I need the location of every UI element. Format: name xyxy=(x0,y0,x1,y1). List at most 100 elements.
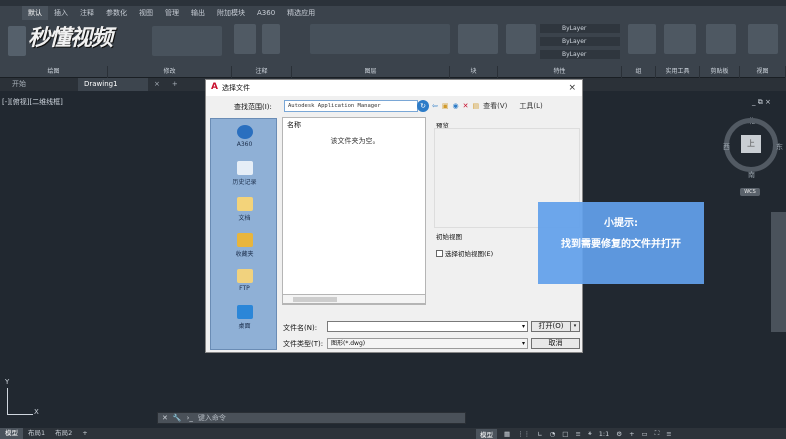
workspace-icon[interactable]: ▭ xyxy=(642,430,648,438)
place-history[interactable]: 历史记录 xyxy=(211,161,278,186)
column-header-name[interactable]: 名称 xyxy=(287,120,301,130)
tab-layout2[interactable]: 布局2 xyxy=(50,428,77,439)
tab-a360[interactable]: A360 xyxy=(251,6,281,20)
tab-default[interactable]: 默认 xyxy=(22,6,48,20)
color-dropdown[interactable]: ByLayer xyxy=(540,24,620,33)
line-tool-icon[interactable] xyxy=(8,26,26,56)
insert-block-icon[interactable] xyxy=(458,24,498,54)
scrollbar-thumb[interactable] xyxy=(293,297,337,302)
initial-view-checkbox[interactable] xyxy=(436,249,443,257)
match-properties-icon[interactable] xyxy=(506,24,536,54)
lineweight-dropdown[interactable]: ByLayer xyxy=(540,50,620,59)
paste-icon[interactable] xyxy=(706,24,736,54)
place-a360[interactable]: A360 xyxy=(211,125,278,148)
lineweight-icon[interactable]: ≡ xyxy=(575,430,580,438)
delete-icon[interactable]: ✕ xyxy=(463,102,469,110)
tab-addins[interactable]: 附加模块 xyxy=(211,6,251,20)
lookin-label: 查找范围(I): xyxy=(234,103,272,111)
tab-view[interactable]: 视图 xyxy=(133,6,159,20)
tab-layout1[interactable]: 布局1 xyxy=(23,428,50,439)
viewcube-west[interactable]: 西 xyxy=(723,142,730,152)
place-favorites[interactable]: 收藏夹 xyxy=(211,233,278,258)
snap-icon[interactable]: ⋮⋮ xyxy=(517,430,530,438)
filename-input[interactable]: ▾ xyxy=(327,321,528,332)
measure-icon[interactable] xyxy=(664,24,696,54)
panel-layers[interactable]: 图层 xyxy=(292,66,450,78)
modify-tools-icon[interactable] xyxy=(152,26,222,56)
place-ftp[interactable]: FTP xyxy=(211,269,278,292)
tools-menu[interactable]: 工具(L) xyxy=(519,101,542,111)
model-space-toggle[interactable]: 模型 xyxy=(476,428,497,439)
layer-tools-icon[interactable] xyxy=(310,24,450,54)
cancel-button[interactable]: 取消 xyxy=(531,338,580,349)
tab-start[interactable]: 开始 xyxy=(0,78,78,91)
viewcube-top-face[interactable]: 上 xyxy=(741,135,761,153)
osnap-icon[interactable]: □ xyxy=(562,430,568,438)
place-desktop[interactable]: 桌面 xyxy=(211,305,278,330)
chevron-down-icon[interactable]: ▾ xyxy=(522,322,525,332)
panel-modify[interactable]: 修改 xyxy=(108,66,232,78)
tab-annotate[interactable]: 注释 xyxy=(74,6,100,20)
open-button[interactable]: 打开(O) xyxy=(531,321,571,332)
panel-clipboard[interactable]: 剪贴板 xyxy=(700,66,740,78)
grid-icon[interactable]: ▦ xyxy=(504,430,510,438)
up-folder-icon[interactable]: ▣ xyxy=(442,102,449,110)
wrench-icon[interactable]: 🔧 xyxy=(173,414,182,422)
select-file-dialog: A 选择文件 × 查找范围(I): Autodesk Application M… xyxy=(205,79,583,353)
polar-icon[interactable]: ◔ xyxy=(550,430,556,438)
view-icon[interactable] xyxy=(748,24,778,54)
panel-utilities[interactable]: 实用工具 xyxy=(656,66,700,78)
tab-parametric[interactable]: 参数化 xyxy=(100,6,133,20)
view-menu[interactable]: 查看(V) xyxy=(483,101,507,111)
linetype-dropdown[interactable]: ByLayer xyxy=(540,37,620,46)
filetype-dropdown[interactable]: 图形(*.dwg) ▾ xyxy=(327,338,528,349)
dimension-tool-icon[interactable] xyxy=(262,24,280,54)
place-documents[interactable]: 文档 xyxy=(211,197,278,222)
tab-drawing1[interactable]: Drawing1 xyxy=(78,78,148,91)
viewport-label[interactable]: [-][俯视][二维线框] xyxy=(2,97,63,107)
menu-icon[interactable]: ≡ xyxy=(666,430,671,438)
panel-view[interactable]: 视图 xyxy=(740,66,786,78)
back-icon[interactable]: ⇦ xyxy=(432,102,438,110)
settings-icon[interactable]: ⚙ xyxy=(616,430,622,438)
close-icon[interactable]: × xyxy=(148,78,166,91)
panel-annotation[interactable]: 注释 xyxy=(232,66,292,78)
ftp-icon xyxy=(236,269,253,283)
lookin-dropdown[interactable]: Autodesk Application Manager xyxy=(284,100,418,112)
tab-insert[interactable]: 插入 xyxy=(48,6,74,20)
new-folder-icon[interactable]: ▤ xyxy=(472,102,479,110)
tab-output[interactable]: 输出 xyxy=(185,6,211,20)
group-icon[interactable] xyxy=(628,24,656,54)
text-tool-icon[interactable] xyxy=(234,24,256,54)
refresh-icon[interactable]: ↻ xyxy=(417,100,429,112)
initial-view-option[interactable]: 选择初始视图(E) xyxy=(436,248,493,258)
file-list[interactable]: 名称 该文件夹为空。 xyxy=(282,117,426,305)
wcs-menu[interactable]: WCS xyxy=(740,188,760,196)
plus-icon[interactable]: + xyxy=(629,430,634,438)
annotation-icon[interactable]: ⚹ xyxy=(588,429,592,438)
add-layout-icon[interactable]: + xyxy=(77,428,92,439)
navigation-bar[interactable] xyxy=(771,212,786,332)
horizontal-scrollbar[interactable] xyxy=(282,294,426,304)
close-icon[interactable]: ✕ xyxy=(162,414,168,422)
panel-block[interactable]: 块 xyxy=(450,66,498,78)
viewcube-south[interactable]: 南 xyxy=(748,170,755,180)
tab-featured-apps[interactable]: 精选应用 xyxy=(281,6,321,20)
chevron-down-icon[interactable]: ▾ xyxy=(522,339,525,348)
viewcube[interactable]: 上 xyxy=(724,118,778,172)
new-tab-icon[interactable]: + xyxy=(166,78,184,91)
panel-groups[interactable]: 组 xyxy=(622,66,656,78)
search-web-icon[interactable]: ◉ xyxy=(453,102,459,110)
tab-manage[interactable]: 管理 xyxy=(159,6,185,20)
panel-properties[interactable]: 特性 xyxy=(498,66,622,78)
tab-model[interactable]: 模型 xyxy=(0,428,23,439)
open-options-arrow[interactable]: ▾ xyxy=(570,321,580,332)
panel-draw[interactable]: 绘图 xyxy=(0,66,108,78)
ortho-icon[interactable]: ∟ xyxy=(537,430,542,438)
annotation-scale[interactable]: 1:1 xyxy=(599,430,609,438)
close-icon[interactable]: × xyxy=(568,80,576,96)
viewport-controls[interactable]: _ ⧉ × xyxy=(752,98,771,107)
viewcube-east[interactable]: 东 xyxy=(776,142,783,152)
fullscreen-icon[interactable]: ⛶ xyxy=(655,429,660,438)
command-input[interactable]: 键入命令 xyxy=(198,413,226,423)
